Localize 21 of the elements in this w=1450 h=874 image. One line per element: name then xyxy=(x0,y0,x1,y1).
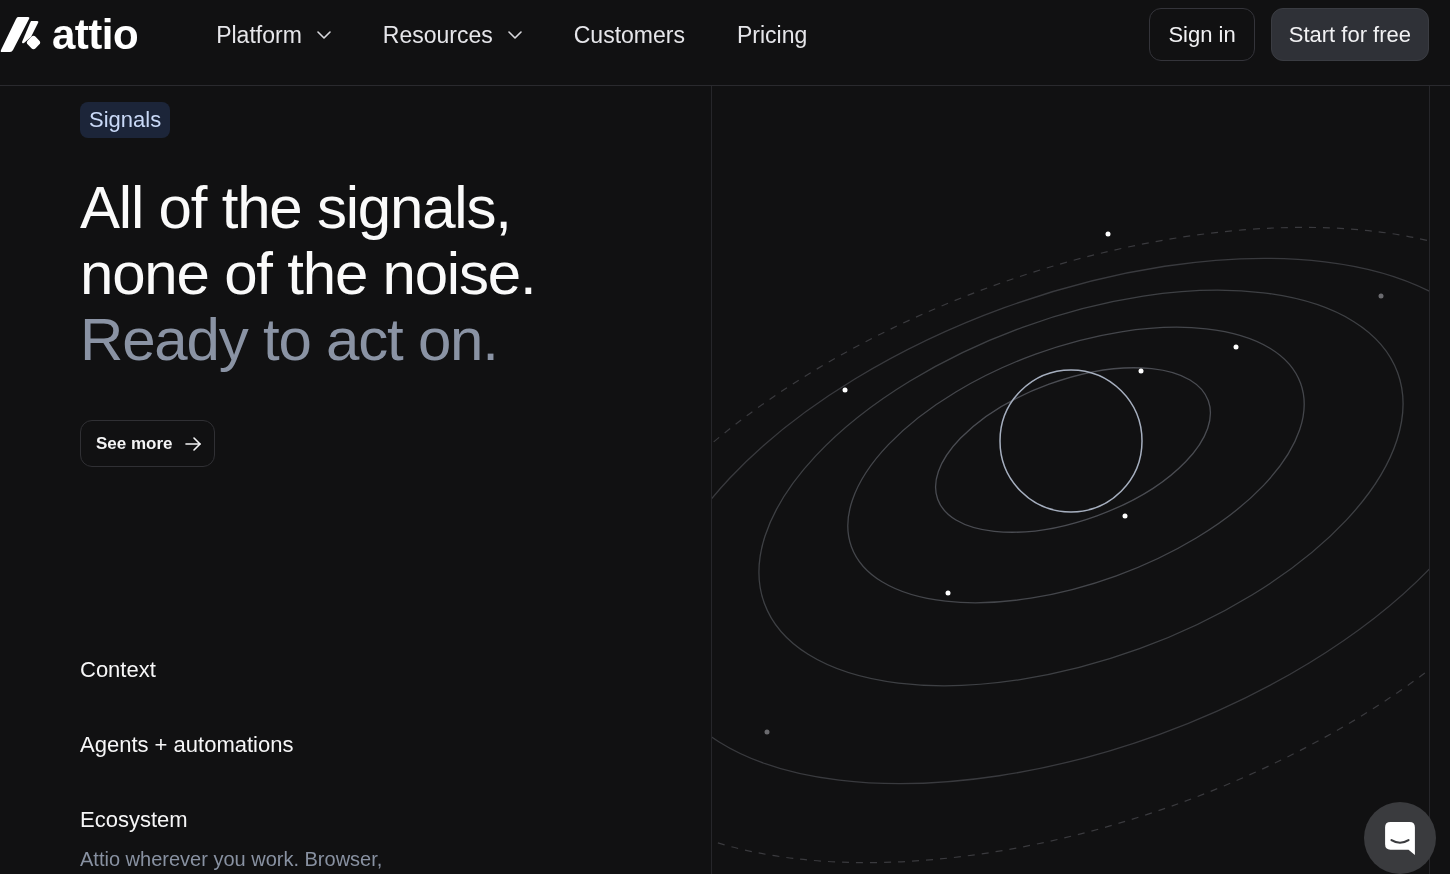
section-tag: Signals xyxy=(80,102,171,138)
nav-link[interactable]: Customers xyxy=(573,19,685,50)
see-more-button[interactable]: See more xyxy=(80,420,215,467)
nav-link[interactable]: Pricing xyxy=(736,19,808,50)
feature-item[interactable]: Ecosystem xyxy=(80,806,188,834)
header-button[interactable]: Sign in xyxy=(1149,8,1255,61)
headline-line: All of the signals, xyxy=(80,175,511,241)
feature-description: Attio wherever you work. Browser, xyxy=(80,847,383,871)
nav-link[interactable]: Platform xyxy=(216,19,331,50)
nav-link[interactable]: Resources xyxy=(382,19,522,50)
chevron-down-icon xyxy=(316,30,331,39)
feature-item[interactable]: Agents + automations xyxy=(80,731,294,759)
logo-wordmark[interactable]: attio xyxy=(52,12,139,57)
logo-mark-icon[interactable] xyxy=(0,17,43,52)
headline-line: Ready to act on. xyxy=(80,307,498,373)
chevron-down-icon xyxy=(507,30,522,39)
chat-bubble-icon xyxy=(1385,821,1415,855)
headline-line: none of the noise. xyxy=(80,241,536,307)
feature-item[interactable]: Context xyxy=(80,656,156,684)
arrow-right-icon xyxy=(184,436,201,451)
header-button[interactable]: Start for free xyxy=(1270,8,1429,61)
